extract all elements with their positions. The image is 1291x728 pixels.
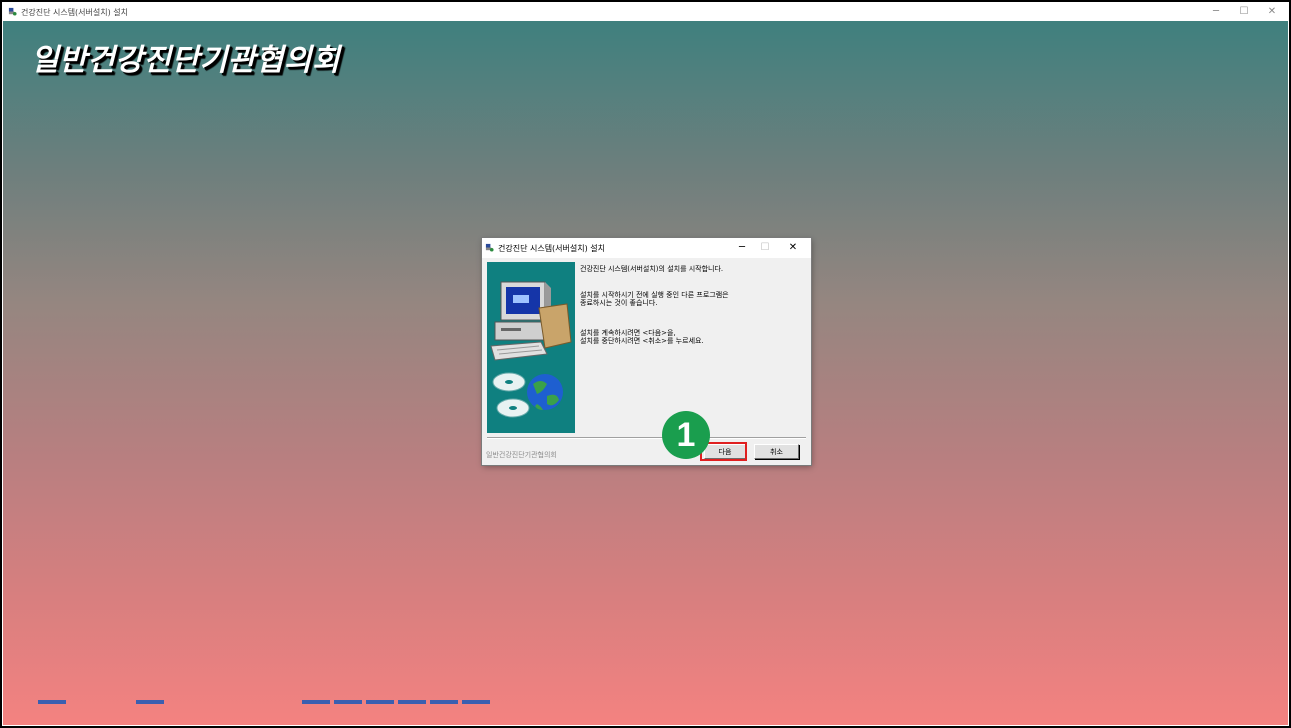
dialog-titlebar: 건강진단 시스템(서버설치) 설치 ─ ☐ ✕ xyxy=(482,238,811,258)
taskbar-item[interactable] xyxy=(334,700,362,704)
taskbar-item[interactable] xyxy=(366,700,394,704)
setup-dialog: 건강진단 시스템(서버설치) 설치 ─ ☐ ✕ 건강진단 시스템(서버설치)의 xyxy=(482,238,811,465)
dialog-close-button[interactable]: ✕ xyxy=(782,240,804,256)
message-line: 설치를 중단하시려면 <취소>를 누르세요. xyxy=(580,337,704,345)
taskbar-item[interactable] xyxy=(398,700,426,704)
taskbar-item[interactable] xyxy=(430,700,458,704)
computer-globe-illustration xyxy=(487,262,575,433)
message-line: 건강진단 시스템(서버설치)의 설치를 시작합니다. xyxy=(580,265,724,273)
dialog-title: 건강진단 시스템(서버설치) 설치 xyxy=(498,244,606,253)
taskbar-item[interactable] xyxy=(38,700,66,704)
taskbar-item[interactable] xyxy=(302,700,330,704)
taskbar-item[interactable] xyxy=(462,700,490,704)
window-titlebar: 건강진단 시스템(서버설치) 설치 ─ ☐ ✕ xyxy=(3,3,1288,21)
close-button[interactable]: ✕ xyxy=(1256,4,1288,20)
dialog-minimize-button[interactable]: ─ xyxy=(731,240,753,256)
window-title: 건강진단 시스템(서버설치) 설치 xyxy=(21,8,129,17)
step-number-badge: 1 xyxy=(662,411,710,459)
dialog-separator xyxy=(487,437,806,439)
installer-icon xyxy=(485,243,494,252)
taskbar-strip xyxy=(0,698,1285,704)
message-line: 설치를 시작하시기 전에 실행 중인 다른 프로그램은 xyxy=(580,291,729,299)
org-title: 일반건강진단기관협의회 xyxy=(31,43,341,78)
message-line: 설치를 계속하시려면 <다음>을, xyxy=(580,329,676,337)
dialog-footer-brand: 일반건강진단기관협의회 xyxy=(486,451,557,459)
cancel-button[interactable]: 취소 xyxy=(754,444,799,459)
installer-icon xyxy=(8,7,17,16)
taskbar-item[interactable] xyxy=(136,700,164,704)
message-line: 종료하시는 것이 좋습니다. xyxy=(580,299,658,307)
dialog-maximize-button: ☐ xyxy=(760,242,770,253)
